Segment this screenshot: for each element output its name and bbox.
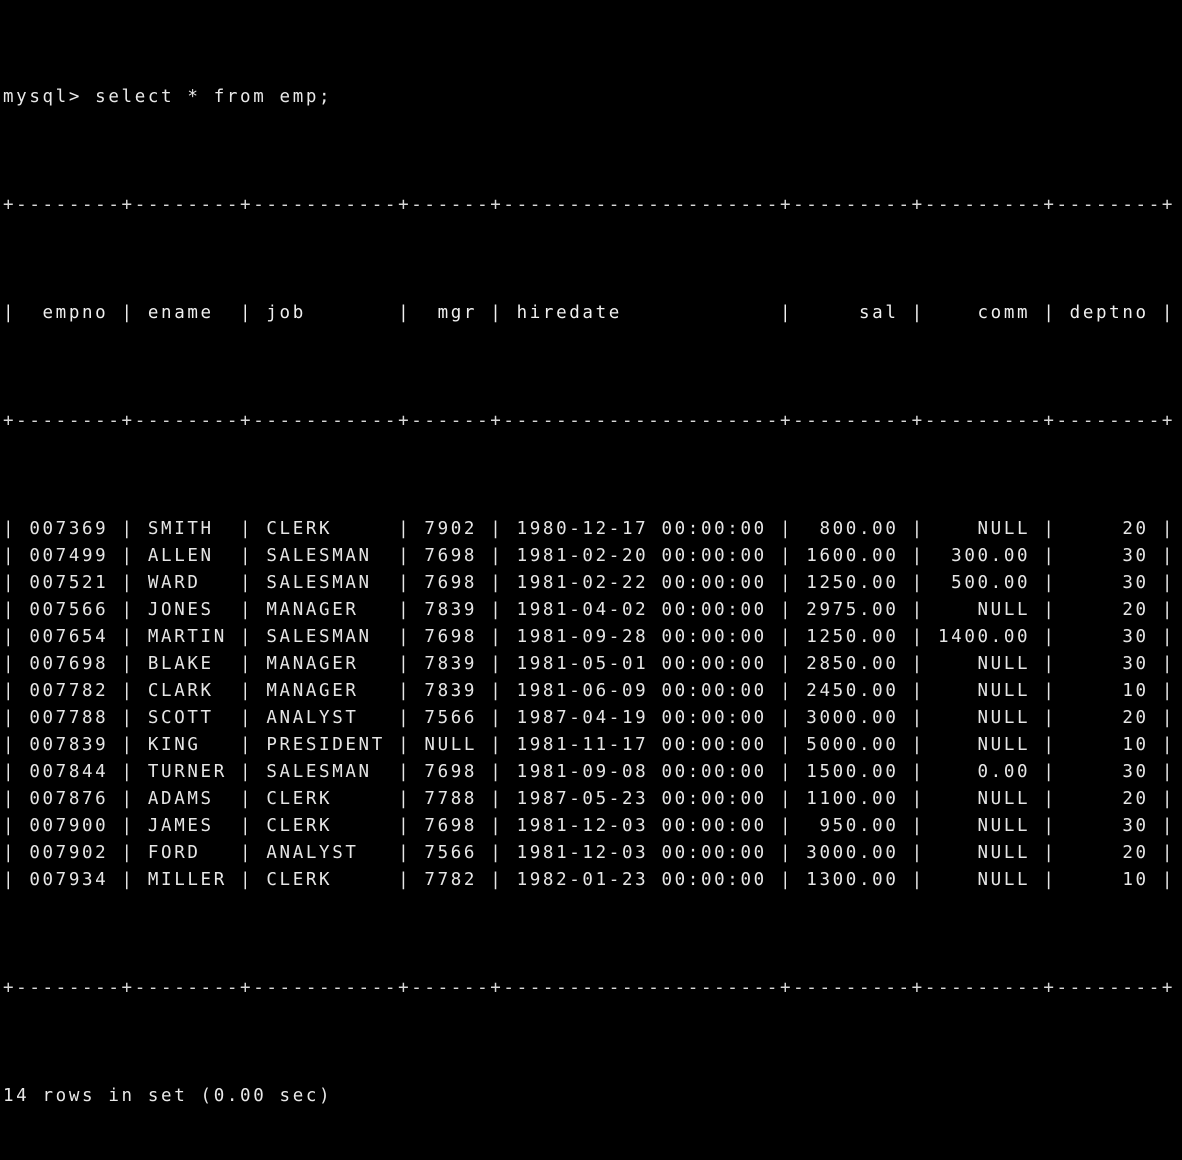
table-row: | 007698 | BLAKE | MANAGER | 7839 | 1981… bbox=[3, 654, 1176, 674]
table-row: | 007782 | CLARK | MANAGER | 7839 | 1981… bbox=[3, 681, 1176, 701]
table-row: | 007369 | SMITH | CLERK | 7902 | 1980-1… bbox=[3, 519, 1176, 539]
table-row: | 007902 | FORD | ANALYST | 7566 | 1981-… bbox=[3, 843, 1176, 863]
table-row: | 007566 | JONES | MANAGER | 7839 | 1981… bbox=[3, 600, 1176, 620]
table-row: | 007900 | JAMES | CLERK | 7698 | 1981-1… bbox=[3, 816, 1176, 836]
result-status-line: 14 rows in set (0.00 sec) bbox=[3, 1086, 333, 1106]
table-row: | 007844 | TURNER | SALESMAN | 7698 | 19… bbox=[3, 762, 1176, 782]
table-row: | 007499 | ALLEN | SALESMAN | 7698 | 198… bbox=[3, 546, 1176, 566]
terminal-screen[interactable]: mysql> select * from emp; +--------+----… bbox=[0, 0, 1182, 1106]
mysql-prompt-line: mysql> select * from emp; bbox=[3, 87, 333, 107]
table-row: | 007521 | WARD | SALESMAN | 7698 | 1981… bbox=[3, 573, 1176, 593]
table-header-row: | empno | ename | job | mgr | hiredate |… bbox=[3, 303, 1176, 323]
table-row: | 007654 | MARTIN | SALESMAN | 7698 | 19… bbox=[3, 627, 1176, 647]
table-bottom-border: +--------+--------+-----------+------+--… bbox=[3, 978, 1176, 998]
table-body: | 007369 | SMITH | CLERK | 7902 | 1980-1… bbox=[3, 516, 1182, 894]
table-row: | 007839 | KING | PRESIDENT | NULL | 198… bbox=[3, 735, 1176, 755]
table-row: | 007788 | SCOTT | ANALYST | 7566 | 1987… bbox=[3, 708, 1176, 728]
table-top-border: +--------+--------+-----------+------+--… bbox=[3, 195, 1176, 215]
table-row: | 007876 | ADAMS | CLERK | 7788 | 1987-0… bbox=[3, 789, 1176, 809]
table-header-separator: +--------+--------+-----------+------+--… bbox=[3, 411, 1176, 431]
table-row: | 007934 | MILLER | CLERK | 7782 | 1982-… bbox=[3, 870, 1176, 890]
